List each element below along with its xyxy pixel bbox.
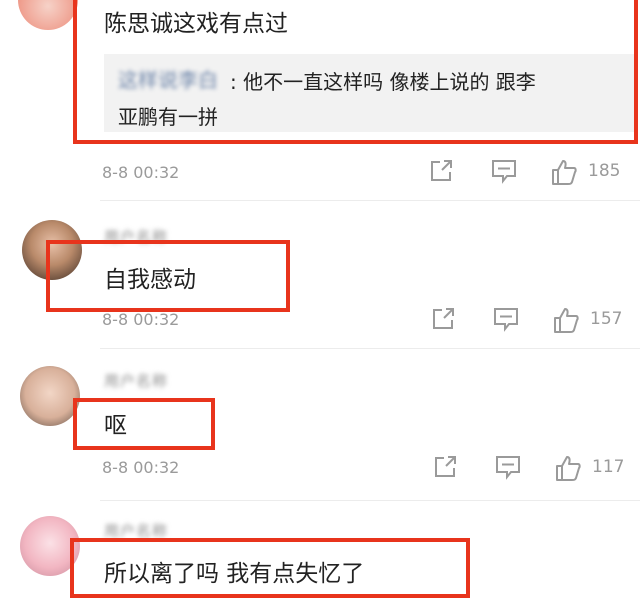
like-count: 185: [588, 161, 621, 181]
like-count: 157: [590, 309, 623, 329]
comment-item: 用户名称 呕 8-8 00:32 117: [0, 348, 640, 496]
comment-actions: 117: [432, 454, 640, 484]
share-icon[interactable]: [428, 158, 454, 184]
avatar[interactable]: [20, 366, 80, 426]
thumbs-up-icon[interactable]: [550, 158, 578, 186]
comment-item: 用户名称 自我感动 8-8 00:32 157: [0, 200, 640, 348]
comment-actions: 185: [428, 158, 640, 188]
comment-icon[interactable]: [494, 454, 522, 480]
comment-icon[interactable]: [492, 306, 520, 332]
comment-icon[interactable]: [490, 158, 518, 184]
highlight-box: [70, 538, 470, 598]
thumbs-up-icon[interactable]: [554, 454, 582, 482]
share-icon[interactable]: [432, 454, 458, 480]
username[interactable]: 用户名称: [104, 370, 168, 391]
share-icon[interactable]: [430, 306, 456, 332]
highlight-box: [73, 0, 638, 144]
comment-item: 陈思诚这戏有点过 这样说李白 : 他不一直这样吗 像楼上说的 跟李 亚鹏有一拼 …: [0, 0, 640, 200]
avatar[interactable]: [18, 0, 78, 30]
thumbs-up-icon[interactable]: [552, 306, 580, 334]
comment-time: 8-8 00:32: [102, 458, 180, 477]
comment-time: 8-8 00:32: [102, 163, 180, 182]
comment-actions: 157: [430, 306, 640, 336]
highlight-box: [73, 398, 215, 450]
like-count: 117: [592, 457, 625, 477]
comment-item: 用户名称 所以离了吗 我有点失忆了: [0, 500, 640, 598]
highlight-box: [46, 240, 290, 312]
comment-time: 8-8 00:32: [102, 310, 180, 329]
